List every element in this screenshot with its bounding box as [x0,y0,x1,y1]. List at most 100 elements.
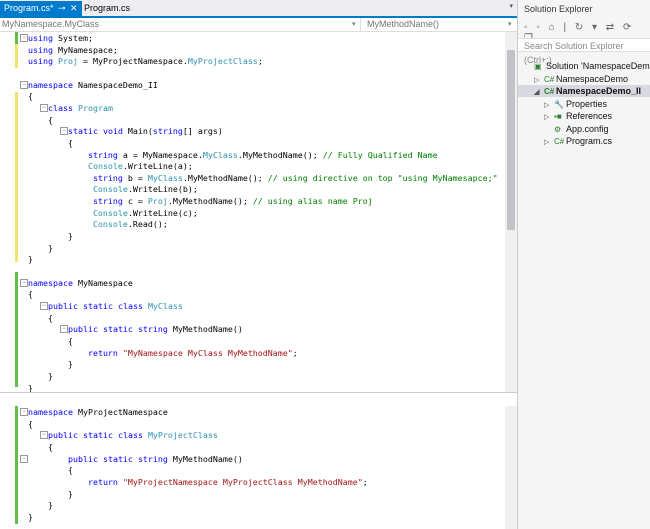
code-token: { [28,312,53,323]
tree-node[interactable]: ▷ ▪■ References [544,110,612,122]
code-line[interactable]: } [28,230,73,242]
code-token: NamespaceDemo_II [72,79,158,90]
code-line[interactable]: string a = MyNamespace.MyClass.MyMethodN… [28,149,438,161]
code-token: { [28,137,73,148]
code-line[interactable]: Console.WriteLine(b); [28,183,198,195]
tree-node[interactable]: ▷ 🔧 Properties [544,98,607,110]
item-icon: C# [544,87,555,96]
collapse-toggle-icon[interactable]: − [20,34,28,42]
code-line[interactable]: { [28,288,33,300]
collapse-toggle-icon[interactable]: − [20,80,28,89]
code-line[interactable]: } [28,242,53,254]
pin-icon[interactable]: ⊸ [58,1,66,16]
collapse-toggle-icon[interactable]: − [20,408,28,416]
code-token: Program [77,102,113,113]
vertical-scrollbar-bottom[interactable] [505,406,517,529]
code-editor-bottom-pane[interactable]: namespace MyProjectNamespace{ public sta… [0,406,517,529]
code-line[interactable]: using System; [28,32,93,44]
code-token: // Fully Qualified Name [322,149,438,160]
code-line[interactable]: namespace NamespaceDemo_II [28,79,158,91]
collapse-toggle-icon[interactable]: − [60,127,68,136]
code-line[interactable]: using MyNamespace; [28,44,118,56]
code-line[interactable]: { [28,441,53,453]
code-token: void [102,126,123,137]
collapse-toggle-icon[interactable]: − [60,325,68,334]
chevron-down-icon[interactable]: ▾ [352,18,356,31]
item-icon: ▪■ [554,112,562,121]
code-token: string [87,149,118,160]
code-token: static [102,453,133,464]
code-line[interactable]: namespace MyNamespace [28,277,133,289]
code-token: .MyMethodName(); [237,149,323,160]
code-line[interactable]: public static class MyClass [28,300,183,312]
code-line[interactable]: using Proj = MyProjectNamespace.MyProjec… [28,55,263,67]
code-token: a = MyNamespace. [117,149,203,160]
code-line[interactable]: public static class MyProjectClass [28,429,218,441]
member-selector[interactable]: MyMethodName() [360,18,439,31]
collapse-toggle-icon[interactable]: − [40,301,48,310]
code-line[interactable]: string c = Proj.MyMethodName(); // using… [28,195,373,207]
code-token: } [28,370,53,381]
tree-node[interactable]: ▷ C# NamespaceDemo [534,73,628,85]
code-line[interactable]: { [28,418,33,430]
code-line[interactable]: } [28,370,53,382]
code-token: { [28,289,33,300]
tree-node[interactable]: ◢ C# NamespaceDemo_II [518,85,650,97]
code-token: return [87,347,118,358]
code-line[interactable]: { [28,335,73,347]
code-token: MyMethodName() [167,453,243,464]
code-token: namespace [28,407,73,417]
type-selector[interactable]: MyNamespace.MyClass [2,18,99,31]
collapse-toggle-icon[interactable]: − [20,454,28,463]
code-line[interactable]: Console.WriteLine(c); [28,207,198,219]
code-editor-top-pane[interactable]: using System; using MyNamespace; using Pro… [0,32,517,393]
code-line[interactable]: } [28,511,33,523]
code-token: string [137,453,168,464]
tree-node[interactable]: ▣ Solution 'NamespaceDemo' [524,60,650,72]
close-icon[interactable]: ✕ [70,1,78,16]
code-token: using [28,44,53,55]
expand-arrow-icon[interactable]: ◢ [534,87,544,99]
code-token: static [67,126,98,137]
search-input[interactable]: Search Solution Explorer (Ctrl+;) [518,38,650,65]
tree-node[interactable]: ▷ C# Program.cs [544,135,612,147]
code-line[interactable]: { [28,312,53,324]
scrollbar-thumb[interactable] [507,50,515,230]
collapse-toggle-icon[interactable]: − [40,103,48,112]
code-token: ; [362,476,368,487]
chevron-down-icon[interactable]: ▾ [508,18,512,31]
code-line[interactable]: return "MyNamespace MyClass MyMethodName… [28,347,298,359]
collapse-toggle-icon[interactable]: − [40,431,48,440]
code-line[interactable]: public static string MyMethodName() [28,453,243,465]
code-line[interactable]: } [28,488,73,500]
code-line[interactable]: } [28,253,33,265]
code-line[interactable]: { [28,114,53,126]
code-token: MyClass [147,172,183,183]
code-line[interactable]: string b = MyClass.MyMethodName(); // us… [28,172,498,184]
tab-program-cs-modified[interactable]: Program.cs* ⊸ ✕ [0,1,82,16]
collapse-toggle-icon[interactable]: − [20,278,28,287]
code-line[interactable]: { [28,464,73,476]
tab-program-cs[interactable]: Program.cs [84,1,130,16]
code-line[interactable]: namespace MyProjectNamespace [28,406,168,418]
code-line[interactable]: static void Main(string[] args) [28,125,223,137]
code-line[interactable]: { [28,137,73,149]
code-line[interactable]: return "MyProjectNamespace MyProjectClas… [28,476,368,488]
code-token: .WriteLine(c); [127,207,198,218]
code-line[interactable]: Console.WriteLine(a); [28,160,193,172]
code-token: MyProjectClass [147,430,218,441]
code-token: } [28,382,33,393]
code-token: b = [122,172,148,183]
code-line[interactable]: } [28,358,73,370]
code-line[interactable]: } [28,499,53,511]
tab-dropdown-icon[interactable]: ▾ [509,2,513,10]
code-token: public [67,453,98,464]
code-line[interactable]: Console.Read(); [28,218,168,230]
code-line[interactable]: { [28,90,33,102]
expand-arrow-icon[interactable]: ▷ [544,137,554,149]
code-token: MyNamespace; [52,44,118,55]
tree-node[interactable]: ⚙ App.config [544,123,609,135]
